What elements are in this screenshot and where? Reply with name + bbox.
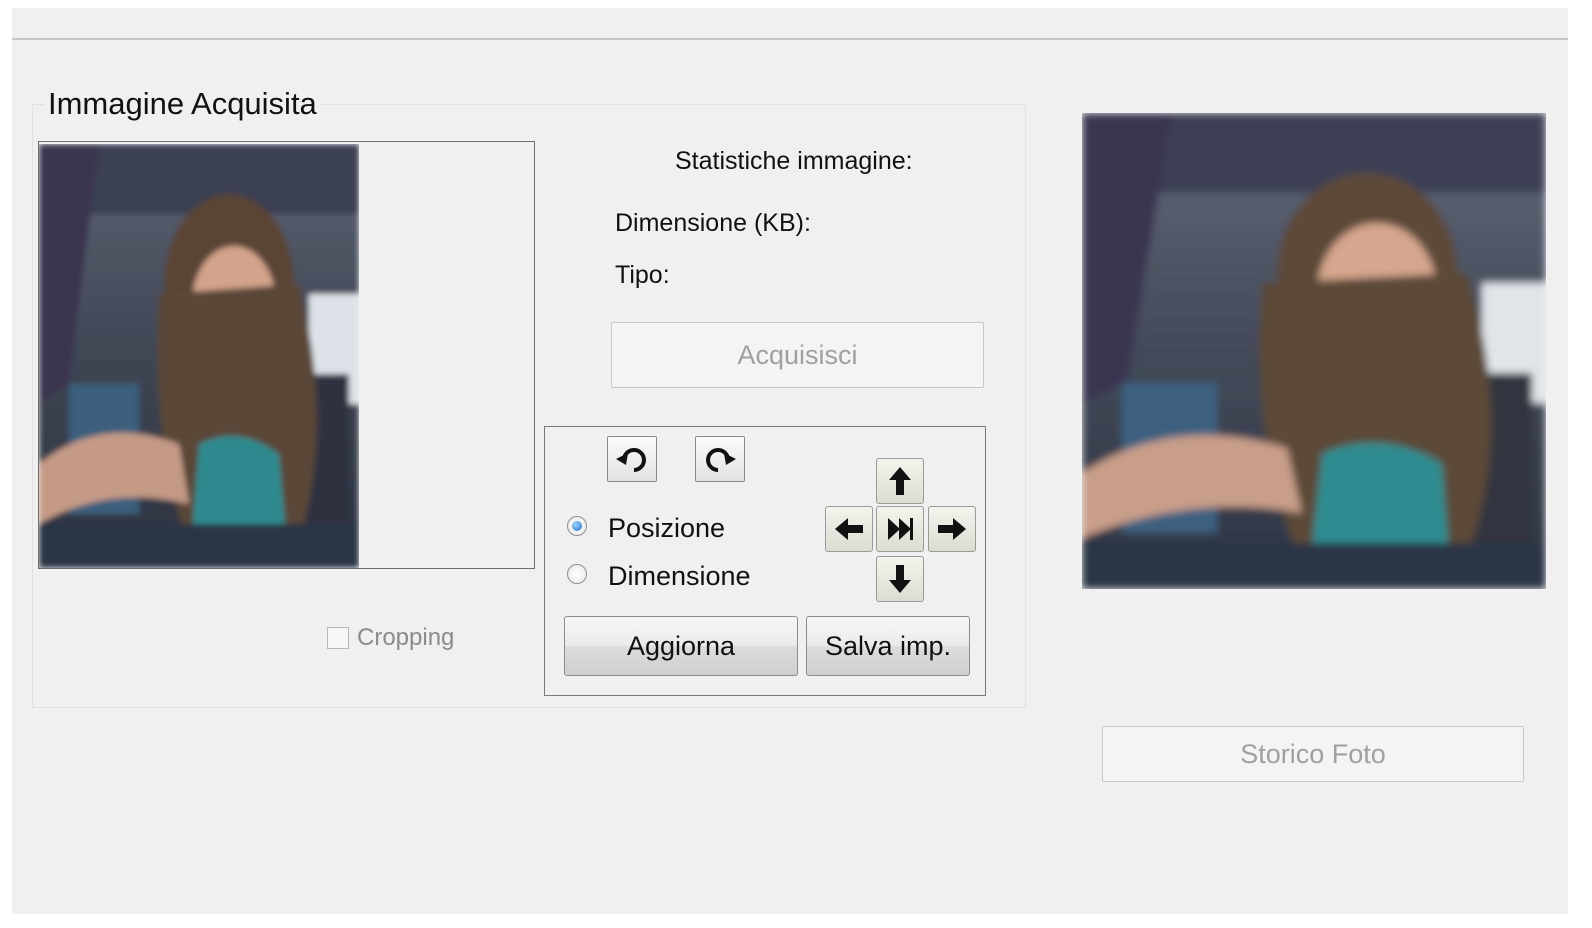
acquired-image-frame <box>38 141 535 569</box>
move-left-button[interactable] <box>825 506 873 552</box>
move-up-button[interactable] <box>876 458 924 504</box>
move-right-button[interactable] <box>928 506 976 552</box>
save-settings-button[interactable]: Salva imp. <box>806 616 970 676</box>
rotate-right-button[interactable] <box>695 436 745 482</box>
position-radio[interactable] <box>567 516 587 536</box>
type-label: Tipo: <box>615 261 670 289</box>
center-button[interactable] <box>876 506 924 552</box>
size-label: Dimensione (KB): <box>615 209 811 237</box>
position-label: Posizione <box>608 513 726 543</box>
arrow-up-icon <box>889 467 911 495</box>
arrow-left-icon <box>835 518 863 540</box>
acquired-photo <box>39 144 359 568</box>
preview-photo <box>1082 113 1546 589</box>
arrow-down-icon <box>889 565 911 593</box>
stats-heading: Statistiche immagine: <box>675 147 913 175</box>
photo-history-button[interactable]: Storico Foto <box>1102 726 1524 782</box>
arrow-right-icon <box>938 518 966 540</box>
cropping-label: Cropping <box>357 624 455 651</box>
update-button[interactable]: Aggiorna <box>564 616 798 676</box>
rotate-left-button[interactable] <box>607 436 657 482</box>
top-divider <box>12 38 1568 40</box>
dimension-radio[interactable] <box>567 564 587 584</box>
move-down-button[interactable] <box>876 556 924 602</box>
acquire-button[interactable]: Acquisisci <box>611 322 984 388</box>
dimension-label: Dimensione <box>608 561 751 591</box>
rotate-left-icon <box>616 448 646 472</box>
group-title: Immagine Acquisita <box>44 86 321 122</box>
rotate-right-icon <box>706 448 736 472</box>
fast-forward-icon <box>888 518 913 540</box>
cropping-checkbox[interactable] <box>327 627 349 649</box>
